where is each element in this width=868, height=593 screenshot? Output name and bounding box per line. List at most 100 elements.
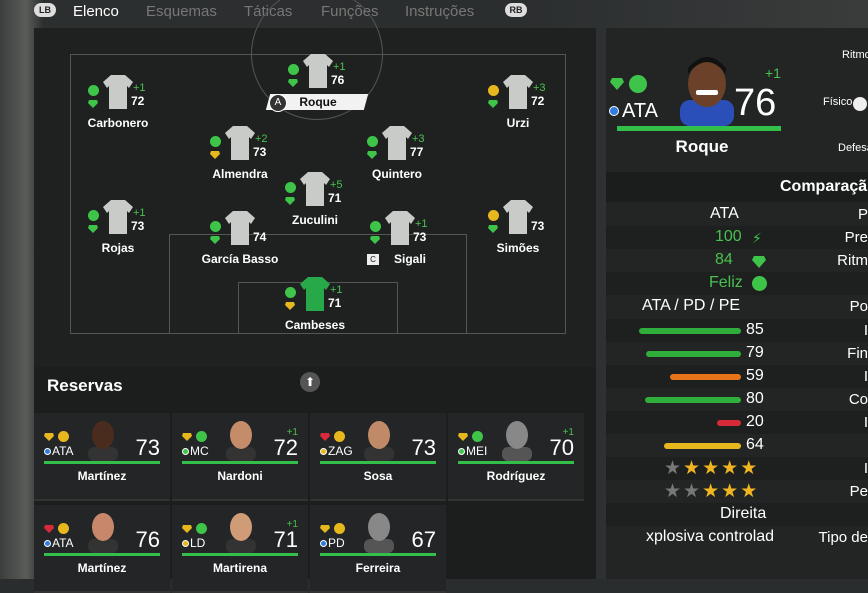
comparison-label: I — [863, 321, 868, 339]
morale-icon — [196, 431, 207, 442]
reserve-card[interactable]: ATA 76 Martínez — [34, 505, 170, 593]
morale-icon — [210, 136, 221, 147]
reserve-rating: 73 — [135, 435, 160, 460]
comparison-label: Fin — [847, 344, 868, 362]
player-portrait — [364, 421, 394, 461]
gem-icon — [210, 151, 220, 159]
player-rating: 72 — [531, 94, 545, 108]
player-portrait — [226, 513, 256, 553]
stat-value: Feliz — [709, 274, 743, 292]
detail-plus: +1 — [765, 65, 781, 81]
player-plus: +1 — [133, 82, 146, 94]
player-name: Cambeses — [284, 318, 346, 332]
reserve-rating: 71 — [273, 527, 298, 552]
position-dot — [458, 448, 465, 455]
comparison-row: 80 Co — [606, 388, 868, 411]
gem-icon — [182, 433, 192, 441]
comparison-row: 20 I — [606, 410, 868, 434]
position-dot — [182, 448, 189, 455]
star-icon: ★ — [664, 481, 684, 503]
star-icon: ★ — [664, 458, 684, 480]
gem-icon — [488, 100, 498, 108]
player-name: Urzi — [506, 116, 530, 130]
player-rating: 76 — [331, 73, 345, 87]
player-name: Zuculini — [292, 213, 338, 227]
player-portrait — [88, 421, 118, 461]
rb-button[interactable]: RB — [505, 3, 527, 17]
gem-icon — [610, 77, 624, 95]
lightning-icon: ⚡ — [752, 230, 762, 247]
arrow-up-icon[interactable]: ⬆ — [300, 372, 320, 392]
position-dot — [44, 540, 51, 547]
player-rating: 73 — [413, 230, 427, 244]
player-name: Roque — [299, 95, 337, 109]
reserve-card[interactable]: MC +1 72 Nardoni — [172, 413, 308, 501]
shirt-icon — [103, 75, 133, 109]
comparison-row: ATA P — [606, 203, 868, 226]
stat-value: 80 — [746, 389, 764, 407]
reserve-card[interactable]: LD +1 71 Martirena — [172, 505, 308, 593]
comparison-row: Feliz — [606, 272, 868, 296]
stat-icon — [853, 97, 867, 111]
star-rating: ★★★★★ — [664, 480, 759, 503]
morale-icon — [285, 182, 296, 193]
gem-icon — [370, 236, 380, 244]
shirt-icon — [225, 211, 255, 245]
reserve-name: Nardoni — [217, 469, 263, 483]
reserve-card[interactable]: ZAG 73 Sosa — [310, 413, 446, 501]
comparison-row: xplosiva controlad Tipo de — [606, 526, 868, 549]
position-dot — [182, 540, 189, 547]
comparison-label: Pe — [849, 483, 868, 501]
player-plus: +3 — [533, 82, 546, 94]
reserves-title: Reservas — [47, 376, 123, 395]
gem-icon — [210, 236, 220, 244]
reserve-name: Martirena — [212, 561, 268, 575]
rating-bar — [458, 461, 574, 464]
star-icon: ★ — [702, 481, 722, 503]
shirt-icon — [300, 277, 330, 311]
morale-icon — [288, 64, 299, 75]
player-plus: +5 — [330, 179, 343, 191]
stat-value: ATA — [710, 205, 739, 222]
morale-icon — [488, 210, 499, 221]
player-portrait — [364, 513, 394, 553]
comparison-title: Comparaçã — [780, 178, 868, 195]
reserve-card[interactable]: MEI +1 70 Rodríguez — [448, 413, 584, 501]
gem-icon — [458, 433, 468, 441]
comparison-row: 100 ⚡ Pre — [606, 226, 868, 250]
player-rating: 73 — [253, 145, 267, 159]
comparison-row: ★★★★★ Pe — [606, 480, 868, 503]
comparison-row: 64 — [606, 434, 868, 457]
rating-bar — [320, 553, 436, 556]
rating-bar — [44, 553, 160, 556]
player-rating: 73 — [531, 219, 545, 233]
comparison-row: 59 I — [606, 364, 868, 388]
shirt-icon — [225, 126, 255, 160]
morale-icon — [472, 431, 483, 442]
stat-bar — [664, 443, 741, 449]
player-rating: 74 — [253, 230, 267, 244]
comparison-label: Po — [849, 298, 868, 316]
tab-elenco[interactable]: Elenco — [73, 3, 119, 20]
lb-button[interactable]: LB — [34, 3, 56, 17]
star-icon: ★ — [683, 458, 703, 480]
star-icon: ★ — [683, 481, 703, 503]
tab-esquemas[interactable]: Esquemas — [146, 3, 217, 20]
star-rating: ★★★★★ — [664, 457, 759, 480]
player-name: Almendra — [212, 167, 268, 181]
morale-icon — [88, 210, 99, 221]
gem-icon — [88, 100, 98, 108]
tab-instrucoes[interactable]: Instruções — [405, 3, 474, 20]
reserve-card[interactable]: ATA 73 Martínez — [34, 413, 170, 501]
side-label-defesa: Defesa — [838, 142, 868, 154]
stat-value: 64 — [746, 436, 764, 453]
stat-bar — [639, 327, 741, 334]
player-plus: +1 — [133, 207, 146, 219]
gem-icon — [488, 225, 498, 233]
reserve-card[interactable]: PD 67 Ferreira — [310, 505, 446, 593]
star-icon: ★ — [740, 481, 760, 503]
player-name: Quintero — [372, 167, 422, 181]
reserve-name: Martínez — [77, 469, 127, 483]
gem-icon — [44, 525, 54, 533]
happy-face-icon — [629, 75, 647, 93]
